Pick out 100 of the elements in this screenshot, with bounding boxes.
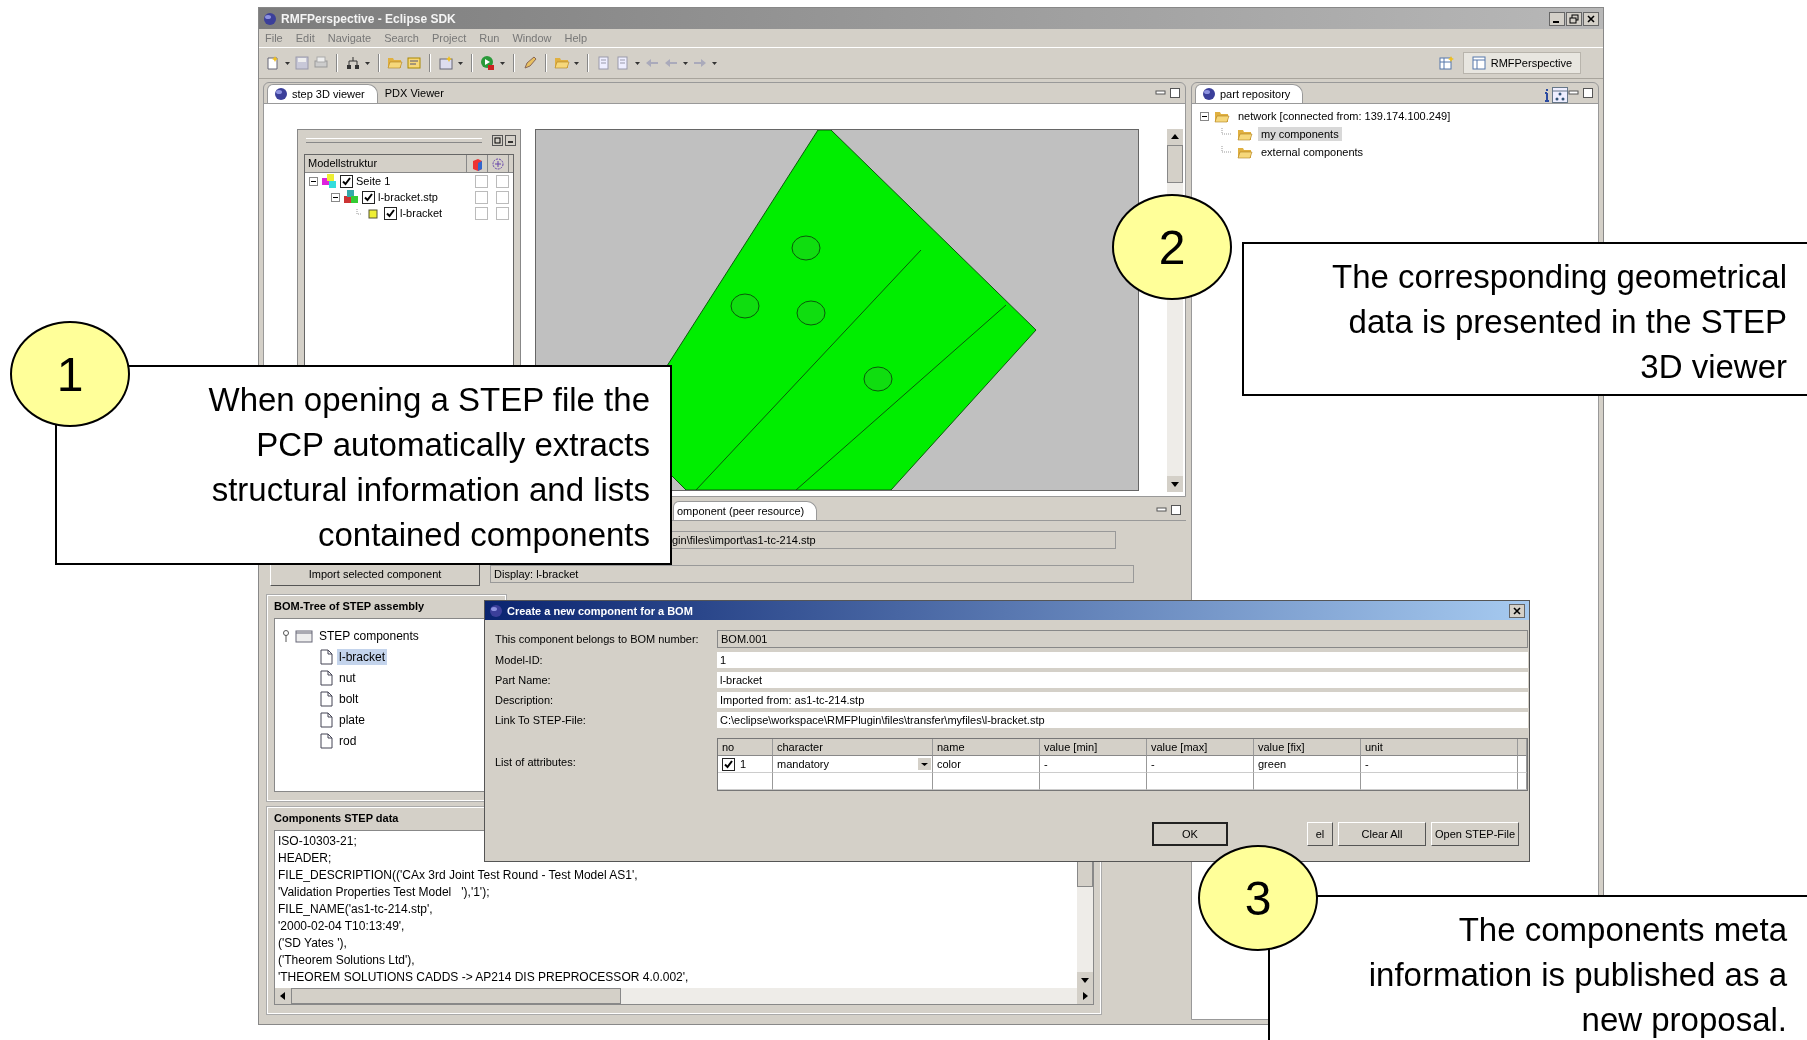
cube-icon — [343, 189, 359, 205]
checkbox[interactable] — [496, 174, 509, 188]
display-field[interactable]: Display: l-bracket — [490, 565, 1134, 583]
collapse-icon[interactable] — [1200, 111, 1209, 121]
text-line: ('SD Yates '), — [278, 935, 348, 952]
column-header[interactable]: value [max] — [1147, 739, 1254, 756]
restore-icon[interactable] — [492, 134, 503, 146]
scroll-left-icon[interactable] — [275, 988, 291, 1004]
column-header[interactable]: no — [718, 739, 773, 756]
checkbox[interactable] — [475, 206, 488, 220]
network-icon[interactable] — [1552, 87, 1568, 103]
document-icon — [319, 669, 333, 686]
input-field[interactable]: 1 — [717, 652, 1528, 668]
checkbox[interactable] — [384, 206, 397, 220]
text-line: ('Theorem Solutions Ltd'), — [278, 952, 416, 969]
tree-item[interactable]: bolt — [337, 690, 361, 707]
column-header[interactable]: character — [773, 739, 933, 756]
input-field[interactable]: l-bracket — [717, 672, 1528, 688]
dialog-button[interactable]: el — [1307, 822, 1333, 846]
field-label: Part Name: — [495, 674, 552, 686]
caret-icon — [918, 758, 931, 770]
text-line: FILE_NAME('as1-tc-214.stp', — [278, 901, 434, 918]
tree-item[interactable]: my components — [1258, 127, 1342, 141]
checkbox[interactable] — [362, 190, 375, 204]
maximize-icon[interactable] — [1169, 88, 1181, 98]
text-line: HEADER; — [278, 850, 333, 867]
tree-item[interactable]: network [connected from: 139.174.100.249] — [1235, 109, 1454, 123]
dialog-button[interactable]: OK — [1152, 822, 1228, 846]
table-cell: - — [1147, 756, 1254, 773]
minimize-icon[interactable] — [505, 134, 516, 146]
dialog-button[interactable]: Clear All — [1338, 822, 1426, 846]
view-tab[interactable]: part repository — [1195, 84, 1304, 103]
rotate-icon — [491, 156, 505, 171]
eclipse-icon — [489, 603, 503, 618]
input-field[interactable]: C:\eclipse\workspace\RMFPlugin\files\transfer\myfiles\l-bracket.stp — [717, 712, 1528, 728]
scrollbar-thumb[interactable] — [1167, 145, 1183, 183]
tree-item[interactable]: external components — [1258, 145, 1367, 159]
folder-icon — [1237, 145, 1253, 159]
checkbox[interactable] — [475, 174, 488, 188]
maximize-icon[interactable] — [1170, 505, 1182, 515]
tree-item[interactable]: l-bracket.stp — [378, 191, 438, 203]
column-header[interactable]: value [min] — [1040, 739, 1147, 756]
restore-icon[interactable] — [1566, 11, 1582, 26]
scroll-down-icon[interactable] — [1167, 476, 1183, 492]
folder-icon — [1237, 127, 1253, 141]
view-tab[interactable]: omponent (peer resource) — [673, 501, 818, 520]
document-icon — [319, 690, 333, 707]
close-icon[interactable] — [1509, 603, 1525, 618]
collapse-icon[interactable] — [331, 192, 340, 202]
info-icon[interactable] — [1542, 87, 1552, 103]
tree-line-icon — [353, 208, 362, 218]
globe-icon — [274, 87, 288, 101]
text-line: FILE_DESCRIPTION(('CAx 3rd Joint Test Round - Test Model AS1', — [278, 867, 639, 884]
input-field[interactable]: Imported from: as1-tc-214.stp — [717, 692, 1528, 708]
maximize-icon[interactable] — [1582, 88, 1594, 98]
tree-item[interactable]: STEP components — [317, 627, 421, 644]
view-tab[interactable]: PDX Viewer — [377, 83, 457, 103]
field-label: Model-ID: — [495, 654, 544, 666]
pen-icon[interactable] — [522, 55, 538, 71]
column-header[interactable]: value [fix] — [1254, 739, 1361, 756]
scrollbar-thumb[interactable] — [291, 988, 621, 1004]
column-header[interactable]: unit — [1361, 739, 1518, 756]
column-header[interactable]: name — [933, 739, 1040, 756]
hierarchy-icon[interactable] — [345, 55, 361, 71]
minimize-icon[interactable] — [1549, 11, 1565, 26]
collapse-icon[interactable] — [309, 176, 318, 186]
dropdown[interactable]: mandatory — [773, 756, 933, 773]
window-title: RMFPerspective - Eclipse SDK — [281, 11, 456, 26]
document-icon — [319, 732, 333, 749]
tree-item[interactable]: rod — [337, 732, 359, 749]
table-cell: - — [1040, 756, 1147, 773]
tree-item[interactable]: plate — [337, 711, 368, 728]
checkbox[interactable] — [722, 757, 735, 771]
checkbox[interactable] — [340, 174, 353, 188]
field-label: List of attributes: — [495, 755, 577, 768]
group-title: BOM-Tree of STEP assembly — [274, 600, 426, 612]
dialog-button[interactable]: Open STEP-File — [1431, 822, 1519, 846]
text-line: '2000-02-04 T10:13:49', — [278, 918, 406, 935]
scroll-right-icon[interactable] — [1077, 988, 1093, 1004]
scroll-up-icon[interactable] — [1167, 129, 1183, 145]
perspective-button[interactable]: RMFPerspective — [1462, 52, 1581, 74]
tree-item[interactable]: nut — [337, 669, 358, 686]
tree-item[interactable]: Seite 1 — [356, 175, 391, 187]
color-cube-icon — [470, 156, 484, 171]
text-line: 'THEOREM SOLUTIONS CADDS -> AP214 DIS PREPROCESSOR 4.0.002', — [278, 969, 690, 986]
scroll-down-icon[interactable] — [1077, 972, 1093, 988]
checkbox[interactable] — [475, 190, 488, 204]
tree-item[interactable]: l-bracket — [337, 648, 387, 665]
tree-item[interactable]: l-bracket — [400, 207, 443, 219]
eclipse-icon — [263, 11, 277, 26]
close-icon[interactable] — [1583, 11, 1599, 26]
window-icon — [1471, 56, 1486, 70]
view-tab[interactable]: step 3D viewer — [267, 84, 378, 103]
checkbox[interactable] — [496, 190, 509, 204]
open-perspective-icon[interactable] — [1437, 55, 1454, 71]
run-icon[interactable] — [480, 55, 496, 71]
table-cell: color — [933, 756, 1040, 773]
checkbox[interactable] — [496, 206, 509, 220]
callout-number: 1 — [10, 321, 130, 427]
globe-icon — [1202, 87, 1216, 101]
